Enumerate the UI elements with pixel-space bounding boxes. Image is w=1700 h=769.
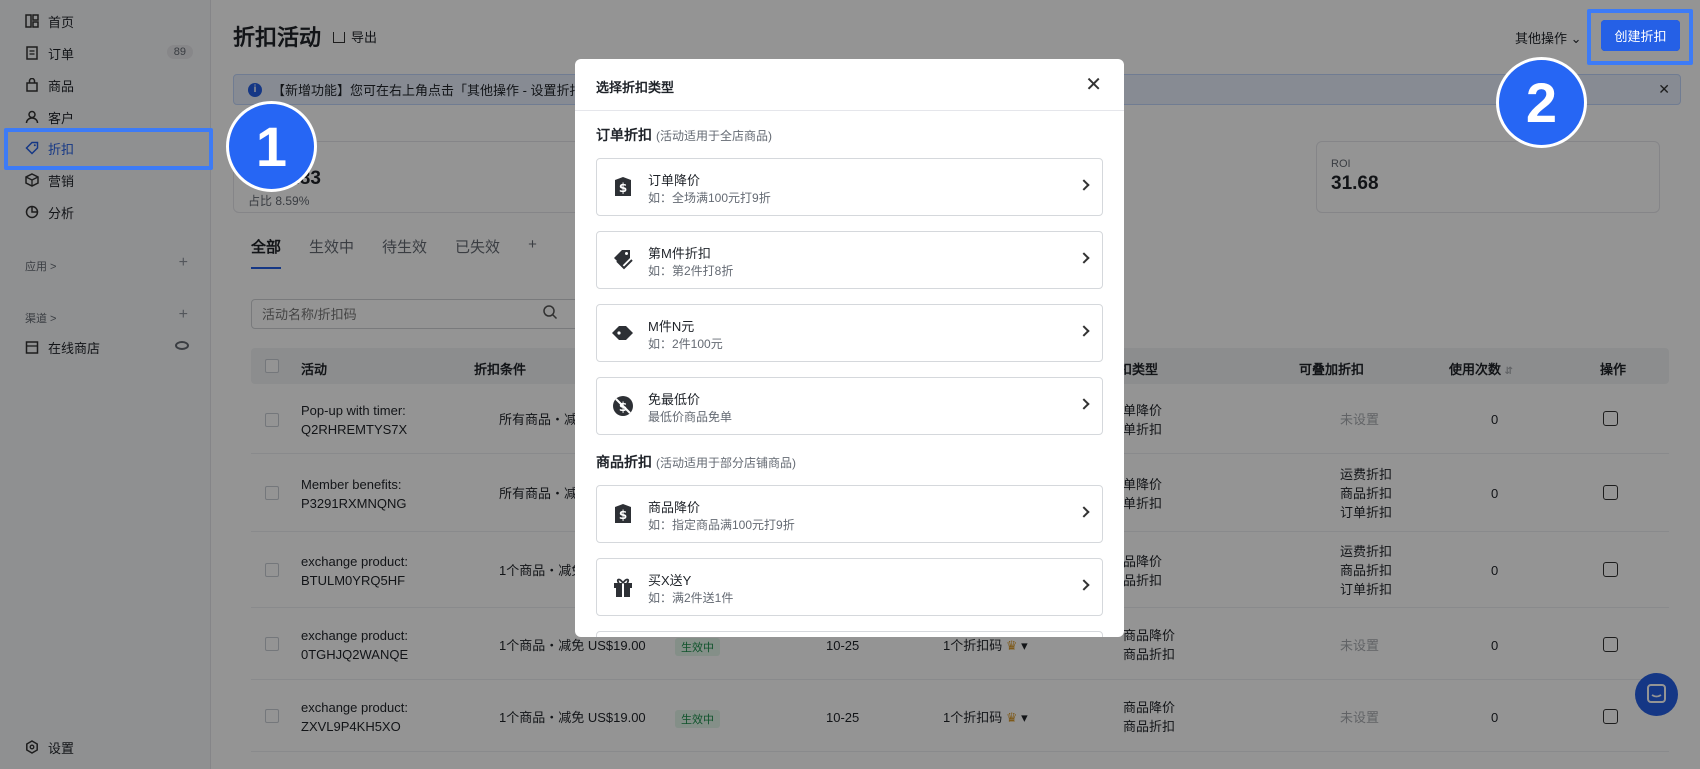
chevron-right-icon	[1078, 398, 1090, 410]
option-title: 订单降价	[648, 173, 701, 188]
double-tag-icon	[611, 321, 635, 345]
option-title: 第M件折扣	[648, 246, 711, 261]
dollar-tag-icon: $	[611, 502, 635, 526]
group-hint: (活动适用于部分店铺商品)	[656, 456, 796, 470]
option-free-lowest[interactable]: $ 免最低价 最低价商品免单	[596, 377, 1103, 435]
product-discount-heading: 商品折扣 (活动适用于部分店铺商品)	[596, 452, 796, 472]
chevron-right-icon	[1078, 579, 1090, 591]
chevron-right-icon	[1078, 252, 1090, 264]
step-callout-1: 1	[226, 101, 317, 192]
option-product-price-cut[interactable]: $ 商品降价 如：指定商品满100元打9折	[596, 485, 1103, 543]
option-desc: 如：全场满100元打9折	[648, 191, 771, 205]
chevron-right-icon	[1078, 325, 1090, 337]
option-desc: 如：指定商品满100元打9折	[648, 518, 795, 532]
svg-text:$: $	[619, 508, 627, 522]
step-callout-2: 2	[1496, 57, 1587, 148]
option-desc: 最低价商品免单	[648, 410, 733, 424]
option-order-price-cut[interactable]: $ 订单降价 如：全场满100元打9折	[596, 158, 1103, 216]
group-title-text: 商品折扣	[596, 454, 652, 470]
option-title: 免最低价	[648, 392, 701, 407]
chevron-right-icon	[1078, 506, 1090, 518]
discounts-highlight	[4, 128, 213, 170]
option-title: M件N元	[648, 319, 695, 334]
option-partial-next[interactable]	[596, 631, 1103, 637]
no-dollar-icon: $	[611, 394, 635, 418]
group-hint: (活动适用于全店商品)	[656, 129, 772, 143]
gift-icon	[611, 575, 635, 599]
group-title-text: 订单折扣	[596, 127, 652, 143]
option-buy-x-get-y[interactable]: 买X送Y 如：满2件送1件	[596, 558, 1103, 616]
order-discount-heading: 订单折扣 (活动适用于全店商品)	[596, 125, 772, 145]
chevron-right-icon	[1078, 179, 1090, 191]
option-desc: 如：第2件打8折	[648, 264, 734, 278]
option-nth-item-discount[interactable]: 第M件折扣 如：第2件打8折	[596, 231, 1103, 289]
create-discount-button-highlighted[interactable]: 创建折扣	[1601, 20, 1680, 51]
option-desc: 如：满2件送1件	[648, 591, 734, 605]
dollar-tag-icon: $	[611, 175, 635, 199]
option-desc: 如：2件100元	[648, 337, 723, 351]
tags-icon	[611, 248, 635, 272]
modal-header: 选择折扣类型 ✕	[575, 59, 1124, 111]
svg-text:$: $	[619, 181, 627, 195]
option-title: 商品降价	[648, 500, 701, 515]
option-m-for-n[interactable]: M件N元 如：2件100元	[596, 304, 1103, 362]
modal-title: 选择折扣类型	[596, 80, 675, 95]
discount-type-modal: 选择折扣类型 ✕ 订单折扣 (活动适用于全店商品) $ 订单降价 如：全场满100…	[575, 59, 1124, 637]
option-title: 买X送Y	[648, 573, 692, 588]
close-icon[interactable]: ✕	[1085, 72, 1102, 97]
